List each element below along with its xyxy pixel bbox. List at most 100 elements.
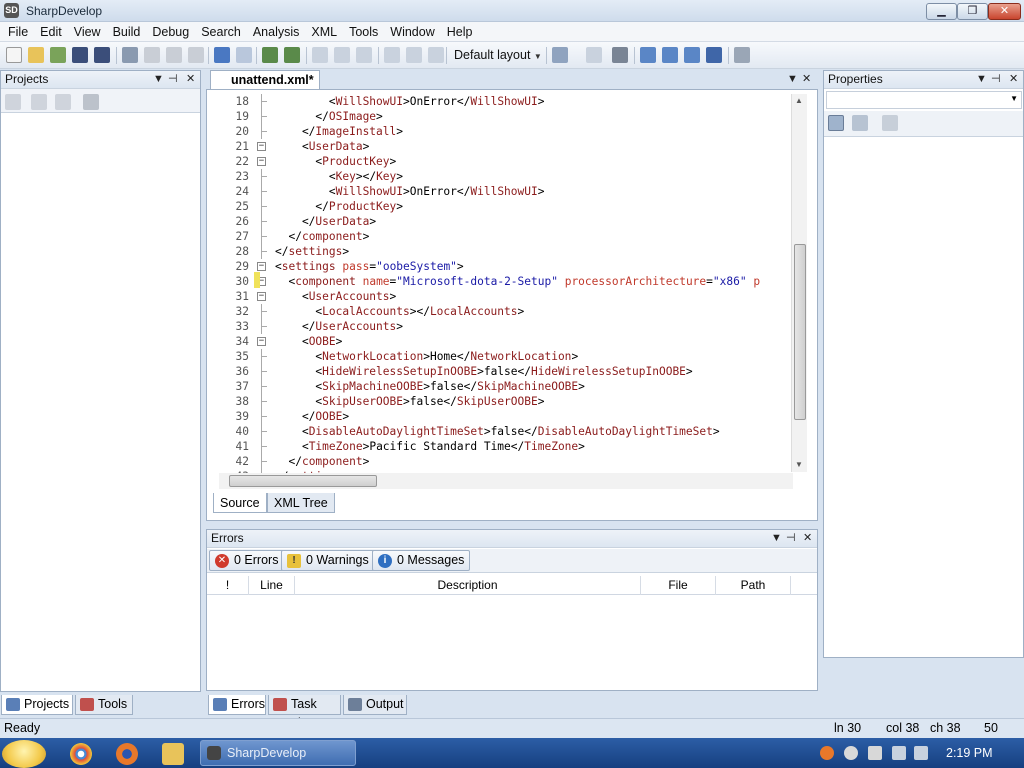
taskbar-item-sharpdevelop[interactable]: SharpDevelop bbox=[200, 740, 356, 766]
close-icon[interactable]: ✕ bbox=[186, 71, 195, 88]
search-icon[interactable] bbox=[820, 746, 834, 760]
code-line[interactable]: 30− <component name="Microsoft-dota-2-Se… bbox=[215, 274, 793, 289]
refresh-icon[interactable] bbox=[55, 94, 71, 110]
panel-menu-icon[interactable]: ▼ bbox=[976, 71, 987, 88]
column-line[interactable]: Line bbox=[249, 576, 295, 595]
pin-icon[interactable]: ⊣ bbox=[786, 530, 796, 547]
horizontal-scroll-thumb[interactable] bbox=[229, 475, 377, 487]
close-tab-icon[interactable]: ✕ bbox=[802, 71, 811, 88]
close-icon[interactable]: ✕ bbox=[1009, 71, 1018, 88]
rebuild-icon[interactable] bbox=[284, 47, 300, 63]
code-line[interactable]: 38 <SkipUserOOBE>false</SkipUserOOBE> bbox=[215, 394, 793, 409]
code-line[interactable]: 34− <OOBE> bbox=[215, 334, 793, 349]
code-line[interactable]: 28 </settings> bbox=[215, 244, 793, 259]
close-window-icon[interactable] bbox=[706, 47, 722, 63]
undo-icon[interactable] bbox=[214, 47, 230, 63]
fold-toggle-icon[interactable]: − bbox=[257, 337, 266, 346]
tab-list-icon[interactable]: ▼ bbox=[787, 71, 798, 88]
chrome-icon[interactable] bbox=[70, 743, 92, 765]
tab-errors[interactable]: Errors bbox=[208, 695, 266, 715]
column-description[interactable]: Description bbox=[295, 576, 641, 595]
run-icon[interactable] bbox=[312, 47, 328, 63]
indent-icon[interactable] bbox=[612, 47, 628, 63]
minimize-button[interactable]: ▁ bbox=[926, 3, 957, 20]
firefox-icon[interactable] bbox=[116, 743, 138, 765]
fold-toggle-icon[interactable]: − bbox=[257, 142, 266, 151]
comment-icon[interactable] bbox=[586, 47, 602, 63]
close-icon[interactable]: ✕ bbox=[803, 530, 812, 547]
code-line[interactable]: 23 <Key></Key> bbox=[215, 169, 793, 184]
vertical-scrollbar[interactable]: ▲ ▼ bbox=[791, 94, 807, 472]
code-line[interactable]: 41 <TimeZone>Pacific Standard Time</Time… bbox=[215, 439, 793, 454]
code-line[interactable]: 24 <WillShowUI>OnError</WillShowUI> bbox=[215, 184, 793, 199]
column-severity[interactable]: ! bbox=[207, 576, 249, 595]
collapse-all-icon[interactable] bbox=[83, 94, 99, 110]
clock[interactable]: 2:19 PM bbox=[946, 738, 993, 768]
code-line[interactable]: 27 </component> bbox=[215, 229, 793, 244]
code-line[interactable]: 42 </component> bbox=[215, 454, 793, 469]
pin-icon[interactable]: ⊣ bbox=[991, 71, 1001, 88]
code-line[interactable]: 37 <SkipMachineOOBE>false</SkipMachineOO… bbox=[215, 379, 793, 394]
save-all-icon[interactable] bbox=[94, 47, 110, 63]
start-button[interactable] bbox=[2, 740, 46, 768]
step-over-icon[interactable] bbox=[384, 47, 400, 63]
errors-filter-button[interactable]: ✕ 0 Errors bbox=[209, 550, 285, 571]
menu-file[interactable]: File bbox=[2, 22, 34, 42]
open-project-icon[interactable] bbox=[50, 47, 66, 63]
project-properties-icon[interactable] bbox=[5, 94, 21, 110]
volume-icon[interactable] bbox=[914, 746, 928, 760]
vertical-scroll-thumb[interactable] bbox=[794, 244, 806, 420]
tab-xml-tree[interactable]: XML Tree bbox=[267, 493, 335, 513]
code-line[interactable]: 36 <HideWirelessSetupInOOBE>false</HideW… bbox=[215, 364, 793, 379]
tab-output[interactable]: Output bbox=[343, 695, 407, 715]
panel-menu-icon[interactable]: ▼ bbox=[771, 530, 782, 547]
folder-icon[interactable] bbox=[162, 743, 184, 765]
menu-tools[interactable]: Tools bbox=[343, 22, 384, 42]
menu-view[interactable]: View bbox=[68, 22, 107, 42]
menu-debug[interactable]: Debug bbox=[146, 22, 195, 42]
minus-icon[interactable] bbox=[844, 746, 858, 760]
menu-xml[interactable]: XML bbox=[305, 22, 343, 42]
code-line[interactable]: 33 </UserAccounts> bbox=[215, 319, 793, 334]
pin-icon[interactable]: ⊣ bbox=[168, 71, 178, 88]
tab-tools[interactable]: Tools bbox=[75, 695, 133, 715]
fold-toggle-icon[interactable]: − bbox=[257, 157, 266, 166]
code-line[interactable]: 40 <DisableAutoDaylightTimeSet>false</Di… bbox=[215, 424, 793, 439]
tab-source[interactable]: Source bbox=[213, 493, 267, 513]
scroll-down-icon[interactable]: ▼ bbox=[795, 460, 803, 469]
split-window-icon[interactable] bbox=[662, 47, 678, 63]
tab-unattend-xml[interactable]: unattend.xml* bbox=[210, 70, 320, 89]
code-line[interactable]: 19 </OSImage> bbox=[215, 109, 793, 124]
code-line[interactable]: 18 <WillShowUI>OnError</WillShowUI> bbox=[215, 94, 793, 109]
code-line[interactable]: 21− <UserData> bbox=[215, 139, 793, 154]
tile-window-icon[interactable] bbox=[684, 47, 700, 63]
bookmark-icon[interactable] bbox=[552, 47, 568, 63]
column-file[interactable]: File bbox=[641, 576, 716, 595]
code-line[interactable]: 31− <UserAccounts> bbox=[215, 289, 793, 304]
column-path[interactable]: Path bbox=[716, 576, 791, 595]
menu-search[interactable]: Search bbox=[195, 22, 247, 42]
paste-icon[interactable] bbox=[166, 47, 182, 63]
object-selector-dropdown[interactable]: ▼ bbox=[826, 91, 1022, 109]
code-line[interactable]: 29− <settings pass="oobeSystem"> bbox=[215, 259, 793, 274]
save-icon[interactable] bbox=[72, 47, 88, 63]
tab-task-list[interactable]: Task List bbox=[268, 695, 341, 730]
property-pages-icon[interactable] bbox=[882, 115, 898, 131]
build-icon[interactable] bbox=[262, 47, 278, 63]
menu-help[interactable]: Help bbox=[441, 22, 479, 42]
redo-icon[interactable] bbox=[236, 47, 252, 63]
code-line[interactable]: 39 </OOBE> bbox=[215, 409, 793, 424]
messages-filter-button[interactable]: i 0 Messages bbox=[372, 550, 471, 571]
close-window-button[interactable]: ✕ bbox=[988, 3, 1021, 20]
delete-icon[interactable] bbox=[188, 47, 204, 63]
network-icon[interactable] bbox=[892, 746, 906, 760]
code-editor[interactable]: 18 <WillShowUI>OnError</WillShowUI> 19 </… bbox=[206, 89, 818, 521]
code-line[interactable]: 25 </ProductKey> bbox=[215, 199, 793, 214]
run-without-debug-icon[interactable] bbox=[334, 47, 350, 63]
fold-toggle-icon[interactable]: − bbox=[257, 262, 266, 271]
tab-projects[interactable]: Projects bbox=[1, 695, 73, 715]
menu-build[interactable]: Build bbox=[107, 22, 147, 42]
menu-edit[interactable]: Edit bbox=[34, 22, 68, 42]
copy-icon[interactable] bbox=[144, 47, 160, 63]
code-line[interactable]: 26 </UserData> bbox=[215, 214, 793, 229]
